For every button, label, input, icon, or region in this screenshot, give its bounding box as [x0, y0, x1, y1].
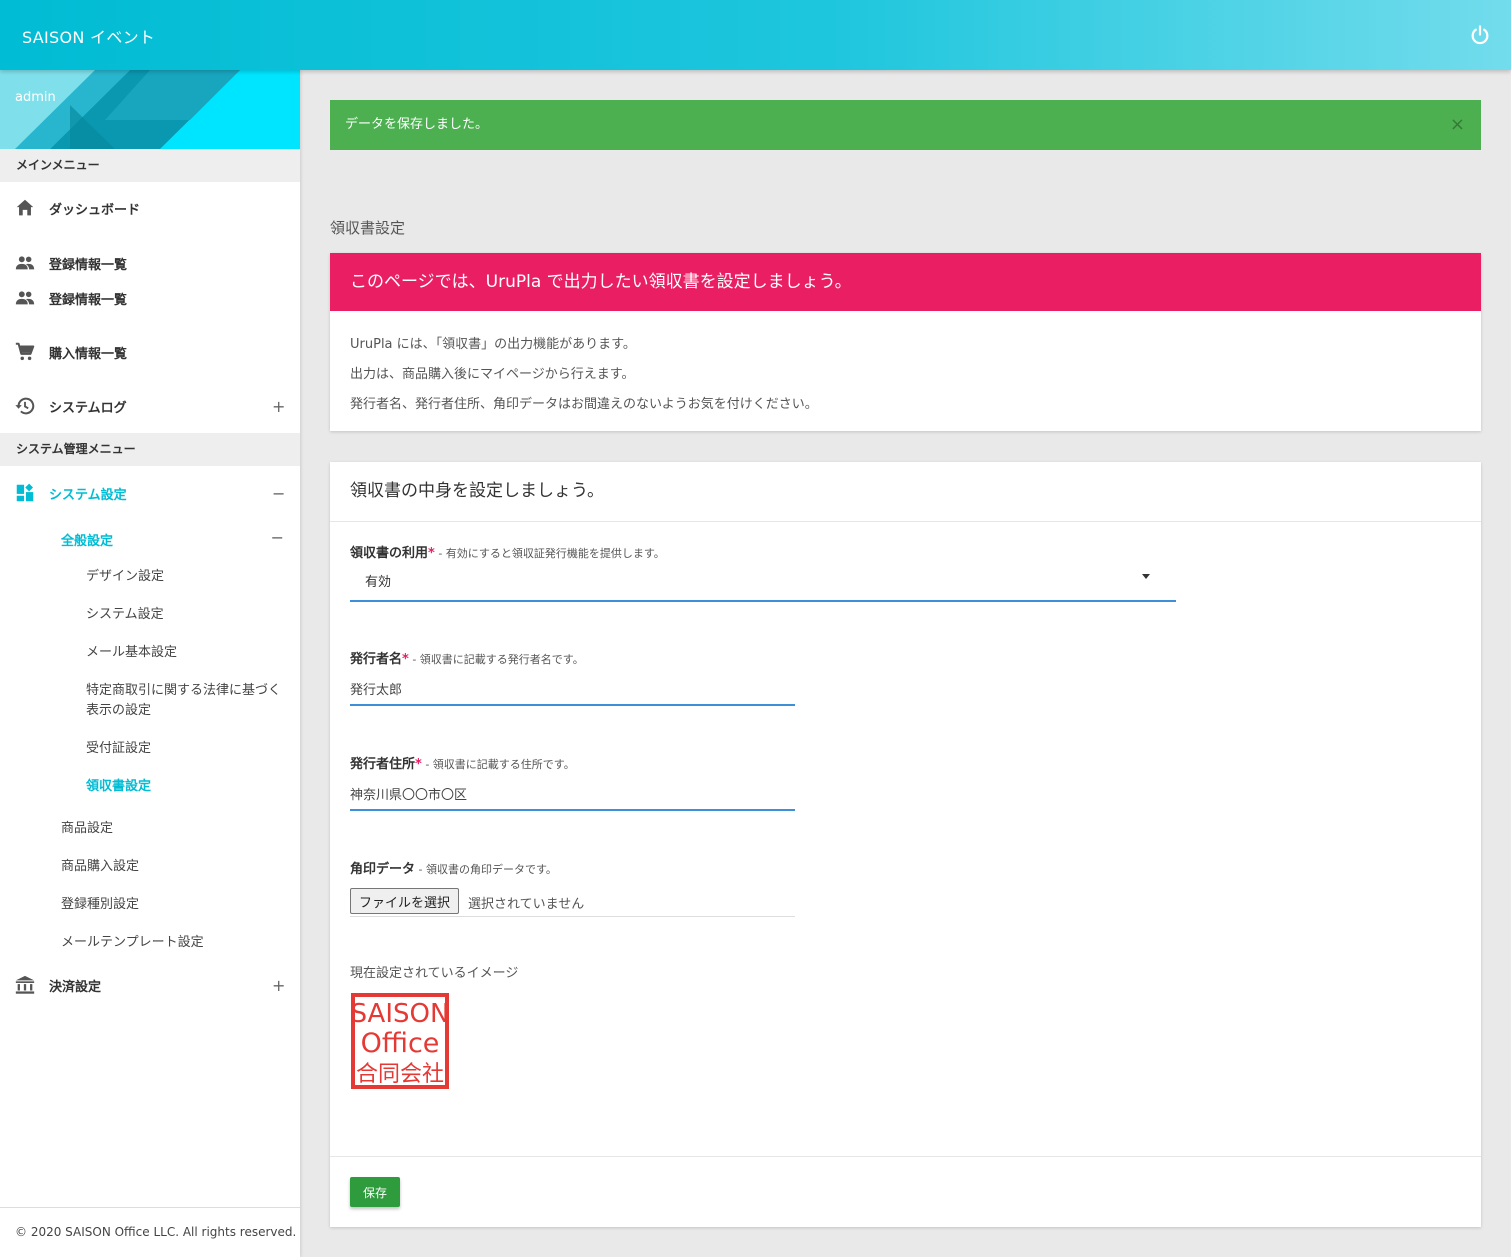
sidebar: admin メインメニュー ダッシュボード 登録情報一覧 登録情報一覧 購入情報… [0, 70, 300, 1257]
nav-receipt-card-settings[interactable]: 受付証設定 [86, 739, 291, 759]
history-icon [15, 397, 35, 415]
expand-icon[interactable]: + [272, 976, 285, 995]
stamp-image: SAISON Office 合同会社 [351, 993, 450, 1089]
home-icon [16, 199, 34, 216]
issuer-name-help: - 領収書に記載する発行者名です。 [408, 653, 584, 666]
intro-line: 発行者名、発行者住所、角印データはお間違えのないようお気を付けください。 [350, 397, 818, 412]
nav-registrations-1-label: 登録情報一覧 [49, 257, 128, 273]
issuer-name-label: 発行者名* - 領収書に記載する発行者名です。 [350, 648, 584, 667]
required-mark: * [415, 757, 422, 772]
nav-receipt-settings[interactable]: 領収書設定 [86, 777, 291, 797]
stamp-file-input: ファイルを選択 選択されていません [350, 887, 795, 917]
use-label-text: 領収書の利用 [350, 546, 429, 561]
collapse-icon[interactable]: − [271, 528, 284, 547]
nav-system-settings-label: システム設定 [49, 487, 127, 503]
nav-dashboard-label: ダッシュボード [49, 202, 141, 218]
use-label: 領収書の利用* - 有効にすると領収証発行機能を提供します。 [350, 542, 665, 561]
page-title: 領収書設定 [330, 219, 406, 237]
issuer-address-label-text: 発行者住所 [350, 757, 416, 772]
user-panel-background [0, 70, 300, 149]
form-heading: 領収書の中身を設定しましょう。 [330, 462, 1481, 522]
nav-mail-settings[interactable]: メール基本設定 [86, 643, 291, 663]
people-icon [15, 256, 35, 270]
use-select[interactable]: 有効 [350, 562, 1176, 602]
collapse-icon[interactable]: − [272, 484, 285, 503]
nav-purchases[interactable]: 購入情報一覧 [0, 334, 300, 370]
intro-heading: このページでは、UruPla で出力したい領収書を設定しましょう。 [330, 253, 1481, 311]
stamp-text-1: SAISON [351, 999, 450, 1029]
intro-card: このページでは、UruPla で出力したい領収書を設定しましょう。 UruPla… [330, 253, 1481, 431]
issuer-address-label: 発行者住所* - 領収書に記載する住所です。 [350, 753, 575, 772]
nav-system-log[interactable]: システムログ + [0, 388, 300, 424]
file-status: 選択されていません [468, 897, 585, 912]
stamp-label-text: 角印データ [350, 862, 416, 877]
main-menu-header: メインメニュー [0, 149, 300, 182]
required-mark: * [402, 652, 409, 667]
issuer-name-input[interactable] [350, 672, 795, 706]
issuer-address-help: - 領収書に記載する住所です。 [421, 758, 575, 771]
close-icon[interactable]: × [1450, 100, 1465, 150]
cart-icon [15, 342, 35, 361]
nav-design-settings[interactable]: デザイン設定 [86, 567, 291, 587]
stamp-help: - 領収書の角印データです。 [415, 863, 557, 876]
form-footer-divider [330, 1156, 1481, 1157]
nav-system-log-label: システムログ [49, 400, 127, 416]
nav-registrations-2-label: 登録情報一覧 [49, 292, 128, 308]
issuer-address-input[interactable] [350, 777, 795, 811]
admin-menu-header: システム管理メニュー [0, 433, 300, 466]
app-title[interactable]: SAISON イベント [22, 24, 155, 48]
receipt-form-card: 領収書の中身を設定しましょう。 領収書の利用* - 有効にすると領収証発行機能を… [330, 462, 1481, 1227]
stamp-text-3: 合同会社 [356, 1062, 444, 1087]
intro-line: 出力は、商品購入後にマイページから行えます。 [350, 367, 635, 382]
top-bar: SAISON イベント [0, 0, 1511, 70]
save-button[interactable]: 保存 [350, 1177, 400, 1207]
copyright: © 2020 SAISON Office LLC. All rights res… [0, 1207, 300, 1257]
nav-purchase-settings[interactable]: 商品購入設定 [61, 855, 139, 874]
nav-purchases-label: 購入情報一覧 [49, 346, 128, 362]
nav-product-settings[interactable]: 商品設定 [61, 817, 113, 836]
nav-general-settings[interactable]: 全般設定 [61, 530, 113, 549]
intro-line: UruPla には、「領収書」の出力機能があります。 [350, 337, 636, 352]
nav-payment-settings[interactable]: 決済設定 + [0, 967, 300, 1003]
nav-system-settings[interactable]: システム設定 − [0, 475, 300, 511]
current-image-label: 現在設定されているイメージ [350, 966, 519, 981]
nav-commerce-law-settings[interactable]: 特定商取引に関する法律に基づく表示の設定 [86, 681, 291, 721]
nav-payment-settings-label: 決済設定 [49, 979, 102, 995]
nav-mail-template-settings[interactable]: メールテンプレート設定 [61, 931, 204, 950]
user-panel: admin [0, 70, 300, 149]
nav-dashboard[interactable]: ダッシュボード [0, 190, 300, 226]
people-icon [15, 291, 35, 305]
bank-icon [15, 975, 35, 994]
expand-icon[interactable]: + [272, 397, 285, 416]
stamp-label: 角印データ - 領収書の角印データです。 [350, 858, 557, 877]
nav-system-settings-sub[interactable]: システム設定 [86, 605, 291, 625]
issuer-name-label-text: 発行者名 [350, 652, 403, 667]
use-help: - 有効にすると領収証発行機能を提供します。 [434, 547, 665, 560]
choose-file-button[interactable]: ファイルを選択 [350, 888, 460, 914]
success-alert: データを保存しました。 × [330, 100, 1481, 150]
alert-message: データを保存しました。 [345, 117, 489, 132]
stamp-text-2: Office [361, 1028, 440, 1059]
power-icon[interactable] [1469, 24, 1491, 46]
nav-registrations-1[interactable]: 登録情報一覧 [0, 245, 300, 281]
nav-registration-type-settings[interactable]: 登録種別設定 [61, 893, 139, 912]
use-select-value: 有効 [365, 575, 392, 590]
dropdown-arrow-icon [1142, 574, 1150, 579]
username: admin [15, 90, 56, 105]
nav-registrations-2[interactable]: 登録情報一覧 [0, 280, 300, 316]
dashboard-icon [16, 483, 34, 502]
required-mark: * [428, 546, 435, 561]
